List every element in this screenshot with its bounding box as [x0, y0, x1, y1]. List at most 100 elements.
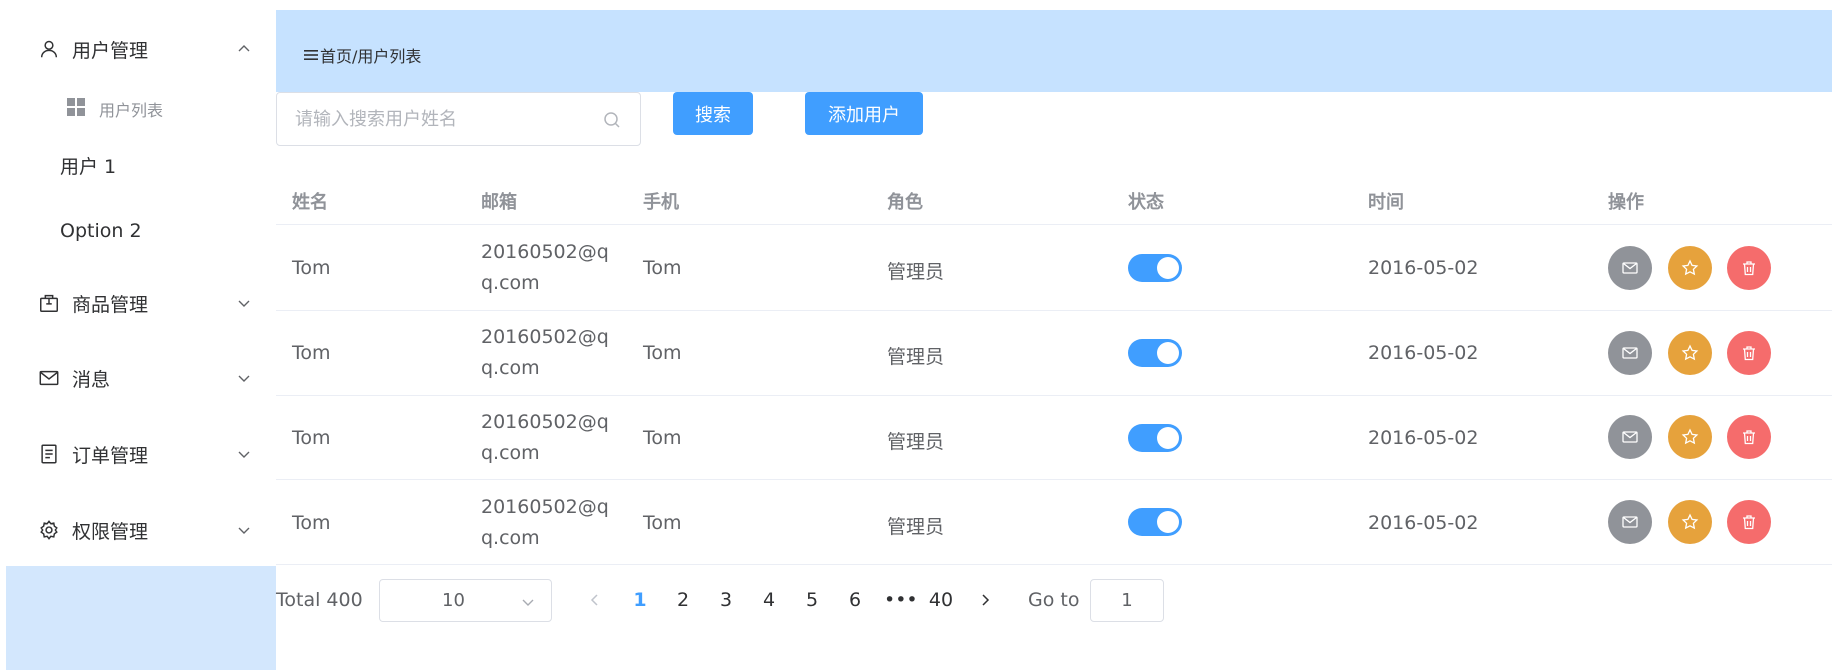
cell-role: 管理员	[887, 261, 945, 283]
star-icon	[1681, 344, 1699, 361]
page-4[interactable]: 4	[761, 589, 777, 611]
message-icon	[1622, 516, 1638, 528]
prev-page-icon[interactable]	[587, 591, 603, 609]
goto-page-input[interactable]	[1090, 579, 1164, 622]
status-switch[interactable]	[1128, 254, 1182, 282]
cell-role: 管理员	[887, 516, 945, 538]
breadcrumb-text[interactable]: 首页/用户列表	[320, 43, 421, 67]
user-icon	[38, 38, 60, 60]
add-user-button[interactable]: 添加用户	[805, 92, 923, 135]
next-page-icon[interactable]	[977, 591, 993, 609]
menu-order-management[interactable]: 订单管理	[6, 441, 276, 467]
cell-date: 2016-05-02	[1368, 512, 1479, 534]
cell-name: Tom	[292, 257, 331, 279]
delete-button[interactable]	[1727, 415, 1771, 459]
page-3[interactable]: 3	[718, 589, 734, 611]
switch-knob	[1157, 257, 1179, 279]
chevron-down-icon	[238, 527, 250, 534]
star-icon	[1681, 513, 1699, 530]
chevron-up-icon	[238, 45, 250, 52]
switch-knob	[1157, 511, 1179, 533]
menu-goods-management[interactable]: 商品管理	[6, 290, 276, 316]
menu-option-1[interactable]: 用户 1	[60, 152, 116, 179]
cell-phone: Tom	[643, 257, 682, 279]
delete-icon	[1743, 430, 1755, 445]
menu-permission-management[interactable]: 权限管理	[6, 517, 276, 543]
cell-phone: Tom	[643, 342, 682, 364]
cell-name: Tom	[292, 427, 331, 449]
cell-email: 20160502@qq.com	[481, 411, 609, 464]
cell-phone: Tom	[643, 512, 682, 534]
sidebar-bottom-fill	[6, 566, 276, 670]
chevron-down-icon	[522, 599, 534, 606]
search-input[interactable]	[295, 105, 595, 133]
column-header-name[interactable]: 姓名	[292, 188, 328, 214]
status-switch[interactable]	[1128, 339, 1182, 367]
status-switch[interactable]	[1128, 508, 1182, 536]
search-button[interactable]: 搜索	[673, 92, 753, 135]
grid-icon	[67, 98, 85, 116]
menu-label: 用户管理	[72, 39, 149, 62]
sidebar: 用户管理 用户列表 用户 1 Option 2 商品管理 消息 订单管理 权限管…	[6, 0, 276, 670]
message-button[interactable]	[1608, 415, 1652, 459]
delete-button[interactable]	[1727, 246, 1771, 290]
document-icon	[38, 443, 60, 465]
row-divider	[276, 310, 1832, 311]
header: 首页/用户列表	[276, 10, 1832, 92]
page-5[interactable]: 5	[804, 589, 820, 611]
column-header-actions: 操作	[1608, 192, 1644, 213]
page-6[interactable]: 6	[847, 589, 863, 611]
row-divider	[276, 564, 1832, 565]
delete-icon	[1743, 346, 1755, 361]
message-icon	[1622, 347, 1638, 359]
cell-phone: Tom	[643, 427, 682, 449]
cell-date: 2016-05-02	[1368, 342, 1479, 364]
favorite-button[interactable]	[1668, 331, 1712, 375]
row-divider	[276, 224, 1832, 225]
column-header-date[interactable]: 时间	[1368, 188, 1404, 214]
star-icon	[1681, 259, 1699, 276]
page-40[interactable]: 40	[928, 589, 954, 611]
column-header-phone[interactable]: 手机	[643, 188, 679, 214]
more-pages-icon[interactable]: •••	[884, 589, 918, 611]
setting-icon	[38, 519, 60, 541]
menu-option-2[interactable]: Option 2	[60, 220, 142, 242]
menu-user-management[interactable]: 用户管理	[6, 36, 276, 62]
row-divider	[276, 395, 1832, 396]
page-1[interactable]: 1	[632, 589, 648, 611]
column-header-status[interactable]: 状态	[1128, 188, 1164, 214]
message-button[interactable]	[1608, 331, 1652, 375]
column-header-email[interactable]: 邮箱	[481, 188, 517, 214]
message-icon	[38, 367, 60, 389]
chevron-down-icon	[238, 375, 250, 382]
menu-icon[interactable]	[304, 49, 318, 61]
breadcrumb: 首页/用户列表	[304, 43, 421, 67]
menu-message[interactable]: 消息	[6, 365, 276, 391]
page-size-value: 10	[442, 590, 465, 611]
delete-button[interactable]	[1727, 500, 1771, 544]
cell-role: 管理员	[887, 346, 945, 368]
menu-label: 订单管理	[72, 444, 149, 467]
message-button[interactable]	[1608, 500, 1652, 544]
switch-knob	[1157, 342, 1179, 364]
favorite-button[interactable]	[1668, 500, 1712, 544]
menu-label: 消息	[72, 368, 111, 391]
page-2[interactable]: 2	[675, 589, 691, 611]
page-size-select[interactable]: 10	[379, 579, 552, 622]
favorite-button[interactable]	[1668, 415, 1712, 459]
column-header-role[interactable]: 角色	[887, 188, 923, 214]
favorite-button[interactable]	[1668, 246, 1712, 290]
chevron-down-icon	[238, 451, 250, 458]
message-icon	[1622, 262, 1638, 274]
status-switch[interactable]	[1128, 424, 1182, 452]
cell-email: 20160502@qq.com	[481, 241, 609, 294]
search-box	[276, 92, 641, 146]
cell-email: 20160502@qq.com	[481, 326, 609, 379]
row-divider	[276, 479, 1832, 480]
switch-knob	[1157, 427, 1179, 449]
search-icon[interactable]	[602, 110, 622, 130]
delete-button[interactable]	[1727, 331, 1771, 375]
cell-date: 2016-05-02	[1368, 257, 1479, 279]
message-button[interactable]	[1608, 246, 1652, 290]
submenu-user-list[interactable]: 用户列表	[6, 97, 276, 120]
